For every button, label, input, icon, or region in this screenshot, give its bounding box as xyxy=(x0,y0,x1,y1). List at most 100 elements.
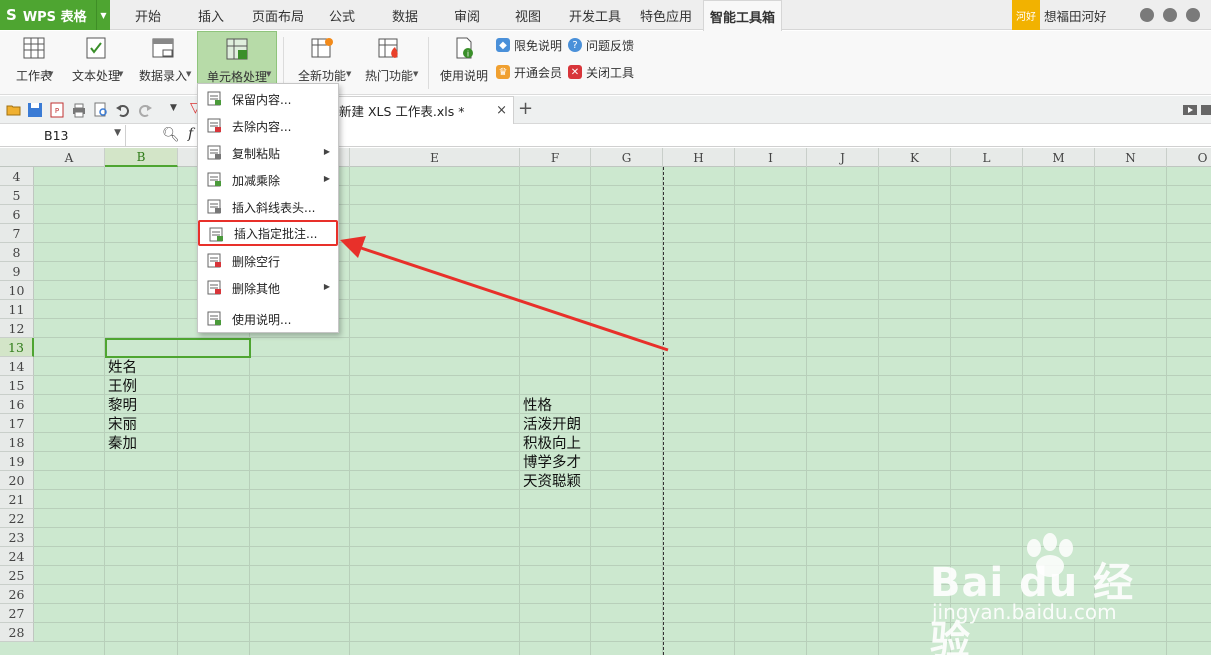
active-cell-b13[interactable] xyxy=(105,338,251,358)
open-folder-icon[interactable] xyxy=(6,102,22,118)
usage-guide-button[interactable]: i 使用说明 xyxy=(436,31,492,95)
tab-review[interactable]: 审阅 xyxy=(454,0,480,30)
feedback-link[interactable]: ? 问题反馈 xyxy=(568,35,634,55)
row-header-9[interactable]: 9 xyxy=(0,262,34,281)
tab-featured[interactable]: 特色应用 xyxy=(640,0,692,30)
close-tool-link[interactable]: ✕ 关闭工具 xyxy=(568,62,634,82)
row-header-26[interactable]: 26 xyxy=(0,585,34,604)
menu-item-usage-guide[interactable]: 使用说明... xyxy=(198,306,338,332)
row-header-8[interactable]: 8 xyxy=(0,243,34,262)
column-header-o[interactable]: O xyxy=(1167,148,1211,167)
column-header-a[interactable]: A xyxy=(34,148,105,167)
column-header-i[interactable]: I xyxy=(735,148,807,167)
column-header-b[interactable]: B xyxy=(105,148,178,167)
text-processing-button[interactable]: 文本处理 xyxy=(64,31,128,95)
row-header-7[interactable]: 7 xyxy=(0,224,34,243)
tab-page-layout[interactable]: 页面布局 xyxy=(252,0,304,30)
chevron-down-icon[interactable]: ▼ xyxy=(118,70,123,78)
row-header-5[interactable]: 5 xyxy=(0,186,34,205)
row-header-6[interactable]: 6 xyxy=(0,205,34,224)
name-box[interactable]: B13 ▼ xyxy=(0,125,126,146)
row-header-17[interactable]: 17 xyxy=(0,414,34,433)
row-header-28[interactable]: 28 xyxy=(0,623,34,642)
minimize-ribbon-icon[interactable] xyxy=(1200,102,1211,118)
chevron-down-icon[interactable]: ▼ xyxy=(346,70,351,78)
tab-insert[interactable]: 插入 xyxy=(198,0,224,30)
tab-formulas[interactable]: 公式 xyxy=(329,0,355,30)
share-icon[interactable] xyxy=(1186,8,1200,22)
menu-item-keep-content[interactable]: 保留内容... xyxy=(198,86,338,112)
cell-b16[interactable]: 黎明 xyxy=(108,395,137,414)
worksheet-button[interactable]: 工作表 xyxy=(6,31,62,95)
tab-data[interactable]: 数据 xyxy=(392,0,418,30)
customize-toolbar-icon[interactable]: ▼ xyxy=(170,103,177,113)
cell-f16[interactable]: 性格 xyxy=(523,395,552,414)
menu-item-delete-other[interactable]: 删除其他 ▶ xyxy=(198,275,338,301)
row-header-16[interactable]: 16 xyxy=(0,395,34,414)
hot-features-button[interactable]: 热门功能 xyxy=(357,31,421,95)
tab-developer[interactable]: 开发工具 xyxy=(569,0,621,30)
export-pdf-icon[interactable]: P xyxy=(49,102,65,118)
disclaimer-link[interactable]: ◆ 限免说明 xyxy=(496,35,562,55)
row-header-10[interactable]: 10 xyxy=(0,281,34,300)
redo-icon[interactable] xyxy=(137,102,153,118)
membership-link[interactable]: ♛ 开通会员 xyxy=(496,62,562,82)
cell-b17[interactable]: 宋丽 xyxy=(108,414,137,433)
user-badge[interactable]: 河好 xyxy=(1012,0,1040,30)
column-header-n[interactable]: N xyxy=(1095,148,1167,167)
chevron-down-icon[interactable]: ▼ xyxy=(48,70,53,78)
chevron-down-icon[interactable]: ▼ xyxy=(413,70,418,78)
menu-item-arithmetic[interactable]: 加减乘除 ▶ xyxy=(198,167,338,193)
skin-icon[interactable] xyxy=(1140,8,1154,22)
save-icon[interactable] xyxy=(27,102,43,118)
print-preview-icon[interactable] xyxy=(93,102,109,118)
print-icon[interactable] xyxy=(71,102,87,118)
menu-item-copy-paste[interactable]: 复制粘贴 ▶ xyxy=(198,140,338,166)
cell-f19[interactable]: 博学多才 xyxy=(523,452,581,471)
chevron-down-icon[interactable]: ▼ xyxy=(114,128,121,138)
cell-b18[interactable]: 秦加 xyxy=(108,433,137,452)
chevron-down-icon[interactable]: ▼ xyxy=(266,70,271,78)
row-header-23[interactable]: 23 xyxy=(0,528,34,547)
column-header-f[interactable]: F xyxy=(520,148,591,167)
row-header-13[interactable]: 13 xyxy=(0,338,34,357)
column-header-j[interactable]: J xyxy=(807,148,879,167)
row-header-21[interactable]: 21 xyxy=(0,490,34,509)
undo-icon[interactable] xyxy=(115,102,131,118)
app-menu-button[interactable]: S WPS 表格 ▼ xyxy=(0,0,110,30)
row-header-19[interactable]: 19 xyxy=(0,452,34,471)
cell-f20[interactable]: 天资聪颖 xyxy=(523,471,581,490)
settings-icon[interactable] xyxy=(1163,8,1177,22)
chevron-down-icon[interactable]: ▼ xyxy=(96,0,110,30)
data-entry-button[interactable]: 数据录入 xyxy=(131,31,195,95)
column-header-m[interactable]: M xyxy=(1023,148,1095,167)
column-header-l[interactable]: L xyxy=(951,148,1023,167)
row-header-20[interactable]: 20 xyxy=(0,471,34,490)
row-header-27[interactable]: 27 xyxy=(0,604,34,623)
row-header-12[interactable]: 12 xyxy=(0,319,34,338)
menu-item-delete-empty-rows[interactable]: 删除空行 xyxy=(198,248,338,274)
menu-item-remove-content[interactable]: 去除内容... xyxy=(198,113,338,139)
row-header-22[interactable]: 22 xyxy=(0,509,34,528)
search-icon[interactable]: 🔍︎ xyxy=(162,127,180,143)
document-tab[interactable]: 新建 XLS 工作表.xls * × xyxy=(330,96,514,124)
play-icon[interactable] xyxy=(1182,102,1198,118)
tab-view[interactable]: 视图 xyxy=(515,0,541,30)
cell-f18[interactable]: 积极向上 xyxy=(523,433,581,452)
row-header-15[interactable]: 15 xyxy=(0,376,34,395)
chevron-down-icon[interactable]: ▼ xyxy=(186,70,191,78)
cell-f17[interactable]: 活泼开朗 xyxy=(523,414,581,433)
menu-item-insert-comment[interactable]: 插入指定批注... xyxy=(198,220,338,246)
tab-home[interactable]: 开始 xyxy=(135,0,161,30)
row-header-14[interactable]: 14 xyxy=(0,357,34,376)
column-header-h[interactable]: H xyxy=(663,148,735,167)
row-header-25[interactable]: 25 xyxy=(0,566,34,585)
close-tab-icon[interactable]: × xyxy=(496,103,507,118)
column-header-g[interactable]: G xyxy=(591,148,663,167)
row-header-11[interactable]: 11 xyxy=(0,300,34,319)
cell-b14[interactable]: 姓名 xyxy=(108,357,137,376)
cell-b15[interactable]: 王例 xyxy=(108,376,137,395)
row-header-24[interactable]: 24 xyxy=(0,547,34,566)
column-header-e[interactable]: E xyxy=(350,148,520,167)
row-header-18[interactable]: 18 xyxy=(0,433,34,452)
